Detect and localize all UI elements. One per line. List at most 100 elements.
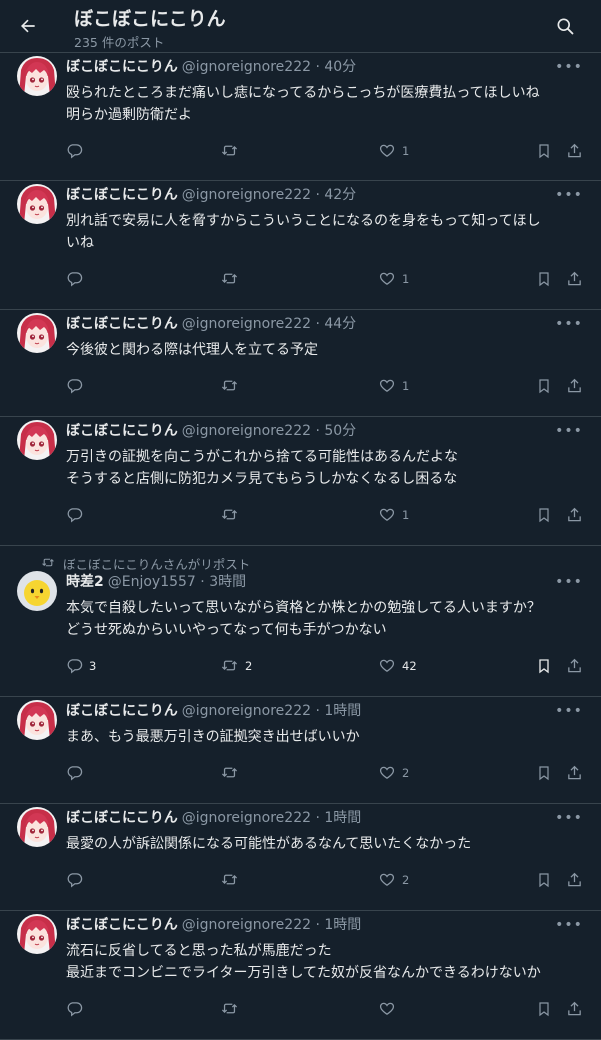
tweet[interactable]: ぼこぼこにこりん @ignoreignore222 · 1時間 ••• まあ、もう最悪…	[0, 697, 601, 804]
author-name[interactable]: 時差2	[66, 574, 104, 590]
tweet-header: ぼこぼこにこりん @ignoreignore222 · 40分	[66, 56, 356, 76]
reply-button[interactable]	[66, 1000, 89, 1017]
avatar[interactable]	[17, 420, 57, 460]
tweet[interactable]: ぼこぼこにこりん @ignoreignore222 · 44分 ••• 今後彼と関わる…	[0, 310, 601, 417]
avatar[interactable]	[17, 313, 57, 353]
reply-button[interactable]	[66, 270, 89, 287]
tweet-actions: 1	[66, 270, 586, 290]
tweet[interactable]: ぼこぼこにこりん @ignoreignore222 · 1時間 ••• 流石に反省して…	[0, 911, 601, 1040]
author-name[interactable]: ぼこぼこにこりん	[66, 703, 178, 719]
reply-icon	[66, 871, 83, 888]
bookmark-button[interactable]	[536, 764, 552, 782]
share-button[interactable]	[566, 142, 583, 160]
tweet-text-line: 殴られたところまだ痛いし痣になってるからこっちが医療費払ってほしいね	[66, 85, 540, 101]
tweet[interactable]: ぼこぼこにこりん @ignoreignore222 · 42分 ••• 別れ話で安易に…	[0, 181, 601, 310]
share-button[interactable]	[566, 657, 583, 675]
author-name[interactable]: ぼこぼこにこりん	[66, 316, 178, 332]
share-icon	[566, 657, 583, 675]
heart-icon	[378, 270, 396, 287]
bookmark-button[interactable]	[536, 506, 552, 524]
like-button[interactable]: 2	[378, 871, 409, 888]
tweet-text: 万引きの証拠を向こうがこれから捨てる可能性はあるんだよな そうすると店側に防犯カメ…	[66, 446, 586, 490]
like-count: 42	[402, 658, 417, 673]
bookmark-button[interactable]	[536, 142, 552, 160]
retweet-count: 2	[245, 658, 253, 673]
avatar[interactable]	[17, 807, 57, 847]
like-button[interactable]: 1	[378, 506, 409, 523]
share-button[interactable]	[566, 377, 583, 395]
more-button[interactable]: •••	[555, 703, 583, 719]
tweet-text: 別れ話で安易に人を脅すからこういうことになるのを身をもって知ってほし いね	[66, 210, 586, 254]
reply-button[interactable]	[66, 871, 89, 888]
reply-button[interactable]	[66, 764, 89, 781]
tweet[interactable]: ぼこぼこにこりん @ignoreignore222 · 50分 ••• 万引きの証拠を…	[0, 417, 601, 546]
like-button[interactable]: 1	[378, 270, 409, 287]
retweet-button[interactable]: 2	[220, 657, 252, 674]
more-button[interactable]: •••	[555, 574, 582, 590]
avatar[interactable]	[17, 56, 57, 96]
retweet-button[interactable]	[220, 506, 245, 523]
like-button[interactable]: 1	[378, 142, 409, 159]
more-button[interactable]: •••	[555, 59, 582, 75]
retweet-button[interactable]	[220, 871, 245, 888]
tweet[interactable]: ぼこぼこにこりん @ignoreignore222 · 40分 ••• 殴られたところ…	[0, 52, 601, 181]
retweet-button[interactable]	[220, 764, 245, 781]
bookmark-icon	[536, 142, 552, 160]
retweet-button[interactable]	[220, 142, 245, 159]
bookmark-button[interactable]	[536, 270, 552, 288]
like-button[interactable]: 2	[378, 764, 409, 781]
more-button[interactable]: •••	[555, 810, 583, 826]
reply-button[interactable]	[66, 506, 89, 523]
back-button[interactable]	[14, 12, 42, 40]
bookmark-button[interactable]	[536, 657, 552, 675]
reply-button[interactable]	[66, 142, 89, 159]
tweet-header: ぼこぼこにこりん @ignoreignore222 · 50分	[66, 420, 356, 440]
author-name[interactable]: ぼこぼこにこりん	[66, 917, 178, 933]
tweet[interactable]: ぼこぼこにこりん @ignoreignore222 · 1時間 ••• 最愛の人が訴訟…	[0, 804, 601, 911]
tweet-header: 時差2 @Enjoy1557 · 3時間	[66, 571, 246, 591]
more-button[interactable]: •••	[555, 423, 583, 439]
retweet-icon	[220, 764, 239, 781]
avatar[interactable]	[17, 914, 57, 954]
retweet-button[interactable]	[220, 1000, 245, 1017]
retweet-icon	[41, 556, 55, 572]
heart-icon	[378, 657, 396, 674]
tweet-header: ぼこぼこにこりん @ignoreignore222 · 1時間	[66, 700, 361, 720]
share-button[interactable]	[566, 270, 583, 288]
retweet-button[interactable]	[220, 377, 245, 394]
author-name[interactable]: ぼこぼこにこりん	[66, 423, 178, 439]
share-button[interactable]	[566, 871, 583, 889]
author-name[interactable]: ぼこぼこにこりん	[66, 810, 178, 826]
tweet[interactable]: ぼこぼこにこりんさんがリポスト 時差2 @Enjoy1557 · 3時間 ••• 本気で…	[0, 546, 601, 697]
share-button[interactable]	[566, 506, 583, 524]
author-handle-time: @Enjoy1557 · 3時間	[107, 574, 247, 590]
tweet-text-line: 明らか過剰防衛だよ	[66, 107, 192, 123]
more-icon: •••	[555, 423, 583, 439]
bookmark-button[interactable]	[536, 871, 552, 889]
like-button[interactable]: 1	[378, 377, 409, 394]
more-icon: •••	[555, 703, 583, 719]
avatar[interactable]	[17, 184, 57, 224]
reply-button[interactable]	[66, 377, 89, 394]
author-name[interactable]: ぼこぼこにこりん	[66, 187, 178, 203]
search-button[interactable]	[551, 12, 579, 40]
like-count: 2	[402, 872, 410, 887]
bookmark-button[interactable]	[536, 377, 552, 395]
tweet-text-line: 今後彼と関わる際は代理人を立てる予定	[66, 342, 318, 358]
author-name[interactable]: ぼこぼこにこりん	[66, 59, 178, 75]
tweet-text-line: 万引きの証拠を向こうがこれから捨てる可能性はあるんだよな	[66, 449, 458, 465]
share-button[interactable]	[566, 1000, 583, 1018]
avatar[interactable]	[17, 571, 57, 611]
more-button[interactable]: •••	[555, 187, 582, 203]
like-button[interactable]: 42	[378, 657, 417, 674]
profile-header: ぼこぼこにこりん 235 件のポスト	[0, 0, 601, 52]
retweet-button[interactable]	[220, 270, 245, 287]
avatar[interactable]	[17, 700, 57, 740]
more-icon: •••	[555, 810, 583, 826]
reply-button[interactable]: 3	[66, 657, 96, 674]
like-button[interactable]	[378, 1000, 402, 1017]
share-button[interactable]	[566, 764, 583, 782]
more-button[interactable]: •••	[555, 917, 582, 933]
bookmark-button[interactable]	[536, 1000, 552, 1018]
more-button[interactable]: •••	[555, 316, 582, 332]
